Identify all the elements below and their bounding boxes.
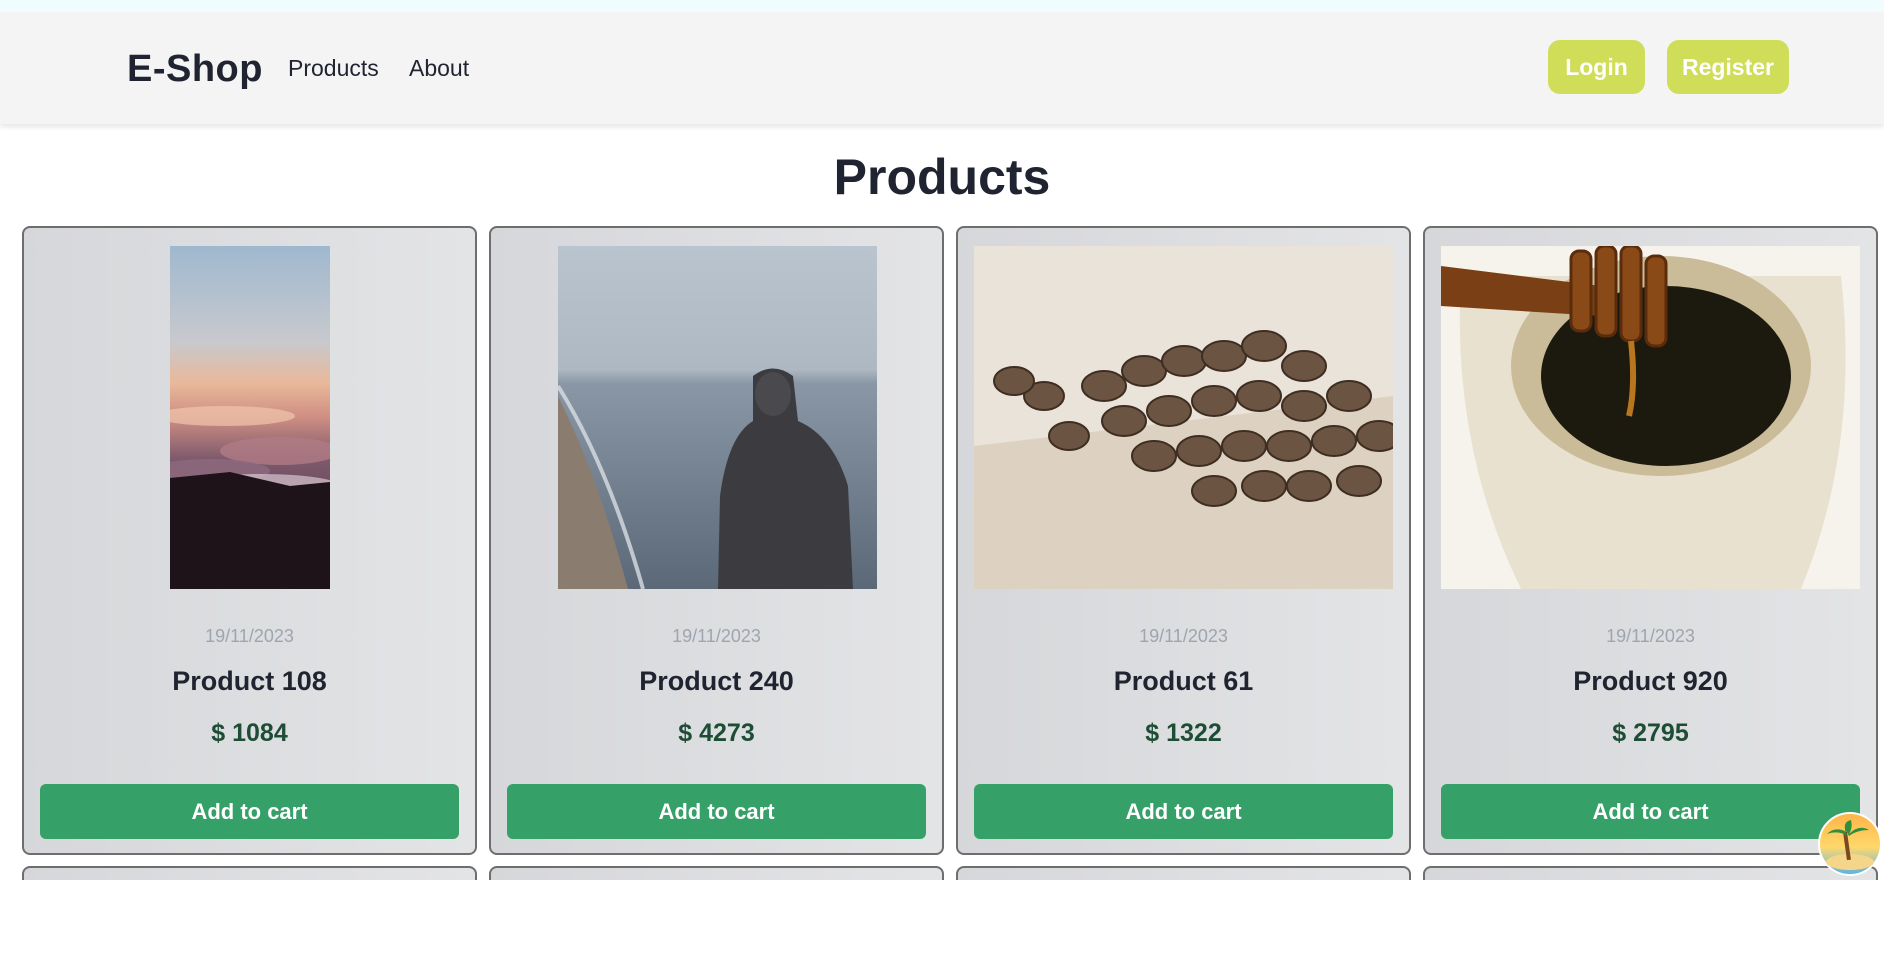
product-price: $ 1084 [211, 719, 288, 747]
product-image-coffee [974, 246, 1393, 589]
add-to-cart-button[interactable]: Add to cart [40, 784, 459, 839]
product-price: $ 1322 [1145, 719, 1222, 747]
product-name[interactable]: Product 108 [24, 666, 475, 697]
product-card-peek [1423, 866, 1878, 880]
product-name[interactable]: Product 61 [958, 666, 1409, 697]
register-button[interactable]: Register [1667, 40, 1789, 94]
login-button[interactable]: Login [1548, 40, 1645, 94]
product-card-peek [956, 866, 1411, 880]
product-date: 19/11/2023 [672, 626, 761, 646]
add-to-cart-button[interactable]: Add to cart [1441, 784, 1860, 839]
product-image-honey [1441, 246, 1860, 589]
product-date: 19/11/2023 [205, 626, 294, 646]
nav-link-products[interactable]: Products [288, 55, 379, 82]
product-name[interactable]: Product 240 [491, 666, 942, 697]
product-card-peek [22, 866, 477, 880]
product-card: 19/11/2023 Product 108 $ 1084 Add to car… [22, 226, 477, 855]
product-price: $ 2795 [1612, 719, 1689, 747]
page-title: Products [833, 149, 1051, 205]
product-date: 19/11/2023 [1139, 626, 1228, 646]
brand-logo[interactable]: E-Shop [127, 48, 263, 91]
product-date: 19/11/2023 [1606, 626, 1695, 646]
beach-island-icon[interactable] [1817, 812, 1884, 876]
add-to-cart-button[interactable]: Add to cart [507, 784, 926, 839]
add-to-cart-button[interactable]: Add to cart [974, 784, 1393, 839]
product-image-sunset [170, 246, 330, 589]
nav-link-about[interactable]: About [409, 55, 469, 82]
product-price: $ 4273 [678, 719, 755, 747]
product-name[interactable]: Product 920 [1425, 666, 1876, 697]
top-strip [0, 0, 1884, 12]
product-card: 19/11/2023 Product 61 $ 1322 Add to cart [956, 226, 1411, 855]
product-card-peek [489, 866, 944, 880]
product-image-beach [558, 246, 877, 589]
product-card: 19/11/2023 Product 240 $ 4273 Add to car… [489, 226, 944, 855]
navbar: E-Shop Products About Login Register [0, 12, 1884, 124]
product-card: 19/11/2023 Product 920 $ 2795 Add to car… [1423, 226, 1878, 855]
